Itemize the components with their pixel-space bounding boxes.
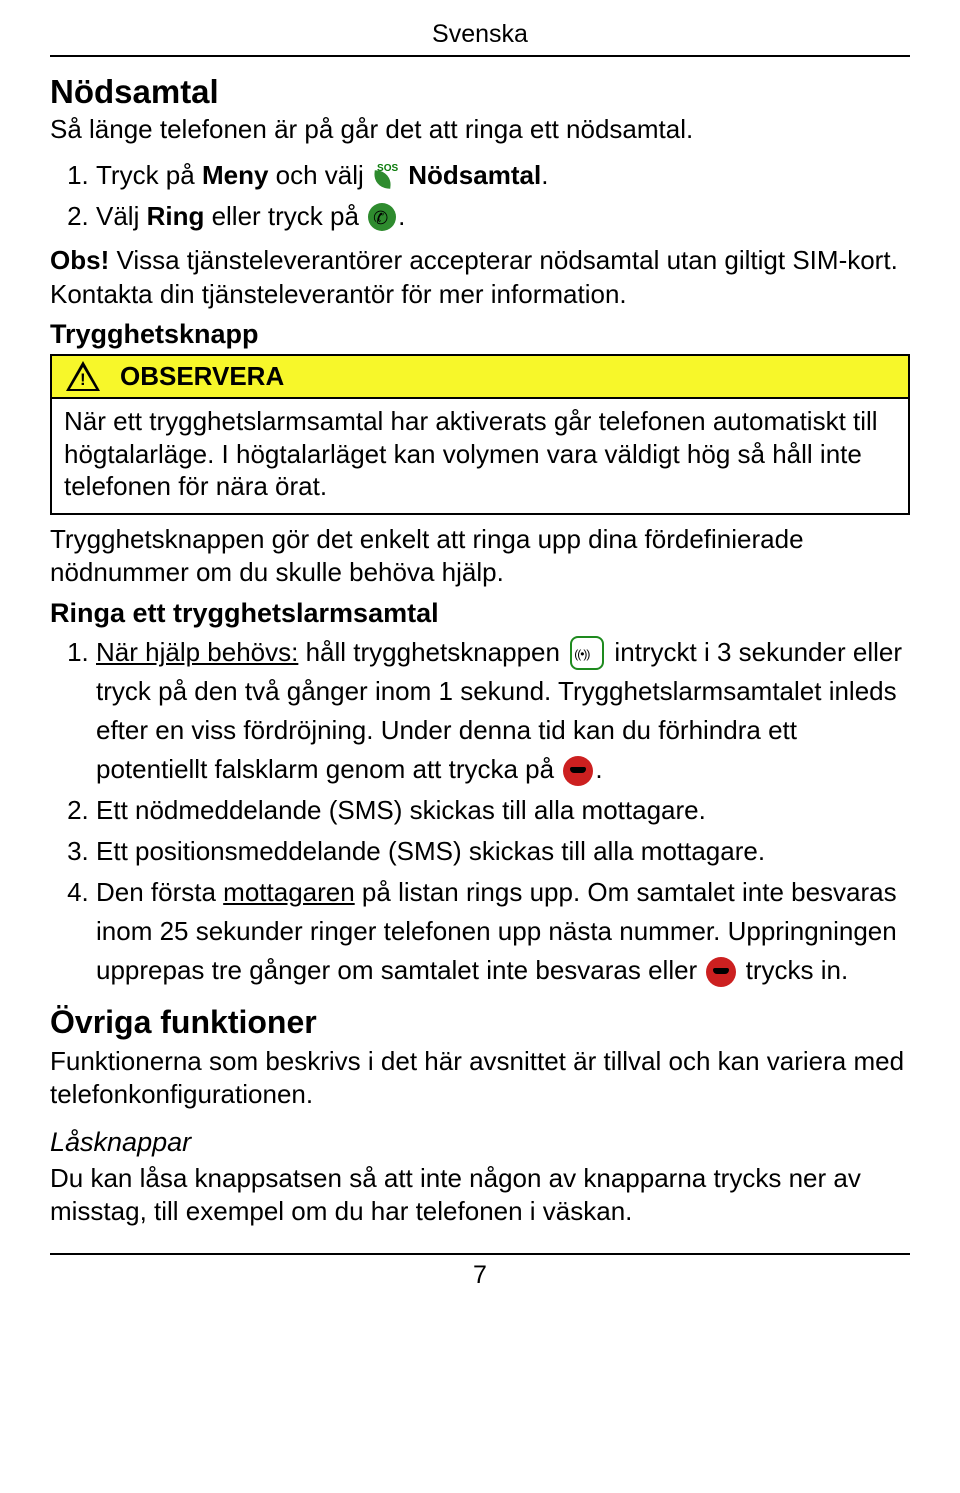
observera-header: ! OBSERVERA <box>52 356 908 399</box>
header-language: Svenska <box>50 20 910 49</box>
obs-text: Vissa tjänsteleverantörer accepterar nöd… <box>50 245 898 308</box>
page-number: 7 <box>50 1261 910 1290</box>
observera-body: När ett trygghetslarmsamtal har aktivera… <box>52 399 908 513</box>
warning-icon: ! <box>66 361 100 391</box>
text: eller tryck på <box>204 201 366 231</box>
safety-para: Trygghetsknappen gör det enkelt att ring… <box>50 523 910 590</box>
emergency-step-1: Tryck på Meny och välj SOS Nödsamtal. <box>96 156 910 195</box>
section-lock-title: Låsknappar <box>50 1127 910 1158</box>
emergency-intro: Så länge telefonen är på går det att rin… <box>50 113 910 146</box>
hangup-icon <box>706 957 736 987</box>
safety-step-1: När hjälp behövs: håll trygghetsknappen … <box>96 633 910 789</box>
text: . <box>595 754 602 784</box>
safety-step-4: Den första mottagaren på listan rings up… <box>96 873 910 990</box>
text: Den första <box>96 877 223 907</box>
emergency-note: Obs! Vissa tjänsteleverantörer acceptera… <box>50 244 910 311</box>
observera-box: ! OBSERVERA När ett trygghetslarmsamtal … <box>50 354 910 515</box>
text: . <box>541 160 548 190</box>
text: trycks in. <box>738 955 848 985</box>
safety-step-3: Ett positionsmeddelande (SMS) skickas ti… <box>96 832 910 871</box>
call-safety-title: Ringa ett trygghetslarmsamtal <box>50 598 910 629</box>
lock-para: Du kan låsa knappsatsen så att inte någo… <box>50 1162 910 1229</box>
header-rule <box>50 55 910 57</box>
other-para: Funktionerna som beskrivs i det här avsn… <box>50 1045 910 1112</box>
emergency-step-2: Välj Ring eller tryck på . <box>96 197 910 236</box>
safety-step-2: Ett nödmeddelande (SMS) skickas till all… <box>96 791 910 830</box>
section-safety-title: Trygghetsknapp <box>50 319 910 350</box>
obs-label: Obs! <box>50 245 109 275</box>
hangup-icon <box>563 756 593 786</box>
text: Välj <box>96 201 147 231</box>
text: . <box>398 201 405 231</box>
observera-label: OBSERVERA <box>120 361 284 392</box>
menu-label: Meny <box>202 160 268 190</box>
manual-page: Svenska Nödsamtal Så länge telefonen är … <box>0 0 960 1493</box>
footer-rule <box>50 1253 910 1255</box>
text-underline: När hjälp behövs: <box>96 637 298 667</box>
ring-label: Ring <box>147 201 205 231</box>
text: Tryck på <box>96 160 202 190</box>
section-emergency-title: Nödsamtal <box>50 73 910 111</box>
emergency-steps: Tryck på Meny och välj SOS Nödsamtal. Vä… <box>50 156 910 236</box>
assistance-button-icon <box>570 636 604 670</box>
text: och välj <box>268 160 371 190</box>
call-icon <box>368 203 396 231</box>
safety-steps: När hjälp behövs: håll trygghetsknappen … <box>50 633 910 990</box>
text: håll trygghetsknappen <box>298 637 567 667</box>
nodsamtal-label: Nödsamtal <box>401 160 541 190</box>
text-underline: mottagaren <box>223 877 355 907</box>
sos-icon: SOS <box>373 163 399 189</box>
section-other-title: Övriga funktioner <box>50 1004 910 1041</box>
